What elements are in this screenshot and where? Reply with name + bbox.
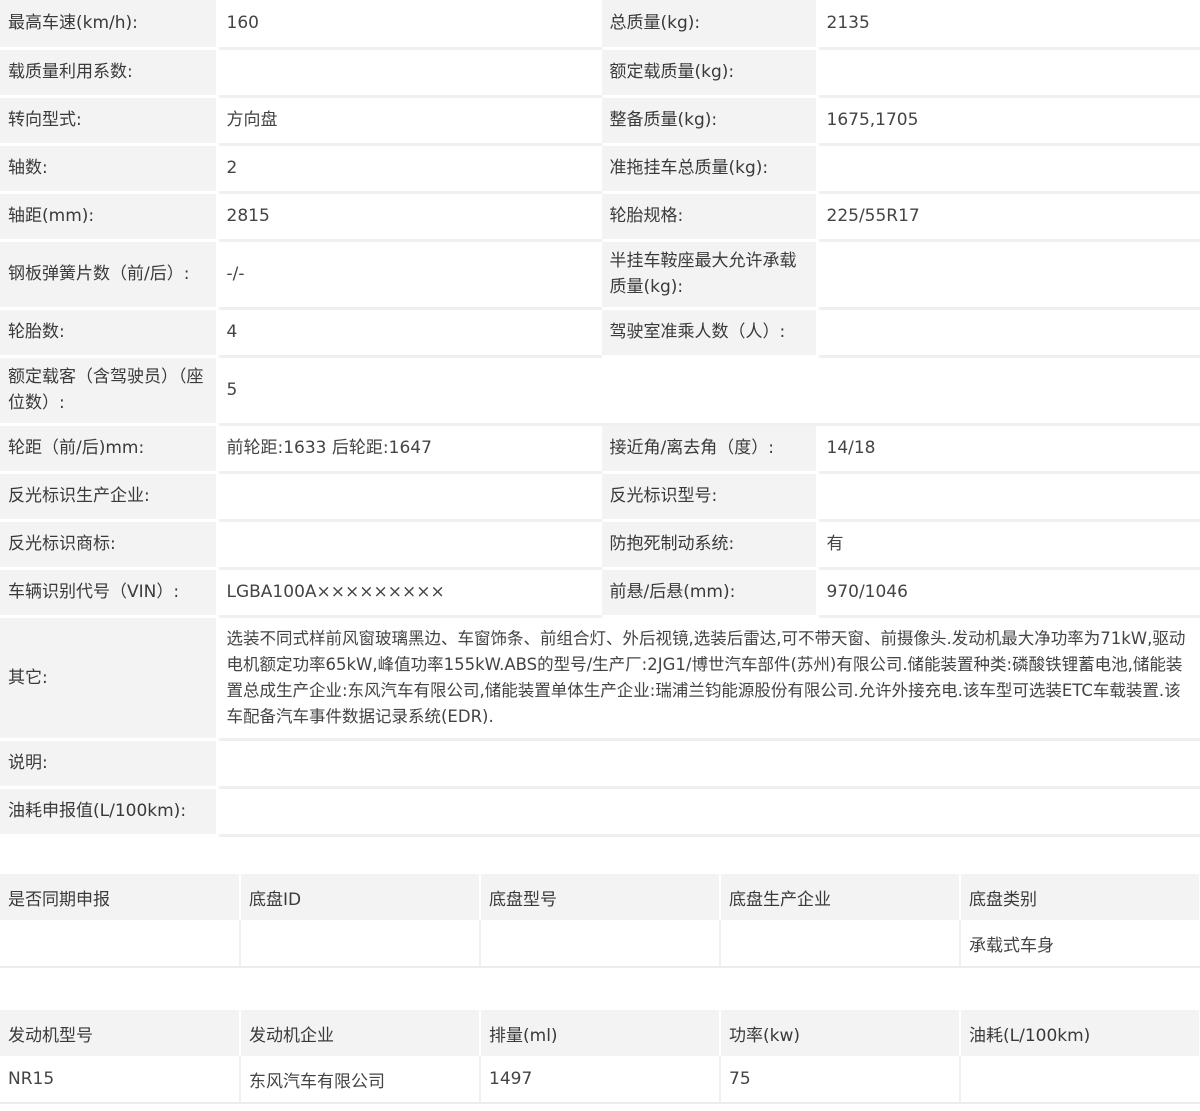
reflector-maker-label: 反光标识生产企业: [0,472,219,522]
saddle-mass-value [817,240,1200,310]
cab-seats-label: 驾驶室准乘人数（人）: [600,308,819,358]
engine-header-power: 功率(kw) [720,1010,961,1056]
engine-cell-model: NR15 [0,1056,241,1104]
note-value [217,739,1200,789]
abs-label: 防抱死制动系统: [600,520,819,570]
chassis-header-id: 底盘ID [240,874,481,920]
chassis-header-type: 底盘类别 [960,874,1200,920]
wheelbase-label: 轴距(mm): [0,192,219,242]
reflector-brand-label: 反光标识商标: [0,520,219,570]
load-util-label: 载质量利用系数: [0,48,219,98]
chassis-table: 是否同期申报 底盘ID 底盘型号 底盘生产企业 底盘类别 承载式车身 [0,874,1200,968]
trailer-mass-value [817,144,1200,194]
reflector-model-label: 反光标识型号: [600,472,819,522]
total-mass-label: 总质量(kg): [600,0,819,50]
overhang-label: 前悬/后悬(mm): [600,568,819,618]
abs-value: 有 [817,520,1200,570]
passengers-label: 额定载客（含驾驶员）（座位数）: [0,356,219,426]
total-mass-value: 2135 [817,0,1200,50]
angle-label: 接近角/离去角（度）: [600,424,819,474]
steering-value: 方向盘 [217,96,602,146]
curb-mass-label: 整备质量(kg): [600,96,819,146]
passengers-value: 5 [217,356,602,426]
chassis-cell-type: 承载式车身 [960,920,1200,968]
chassis-cell-id [240,920,481,968]
reflector-brand-value [217,520,602,570]
rated-load-value [817,48,1200,98]
axles-label: 轴数: [0,144,219,194]
spec-table: 最高车速(km/h): 160 总质量(kg): 2135 载质量利用系数: 额… [0,0,1200,837]
rated-load-label: 额定载质量(kg): [600,48,819,98]
curb-mass-value: 1675,1705 [817,96,1200,146]
wheelbase-value: 2815 [217,192,602,242]
tire-count-label: 轮胎数: [0,308,219,358]
reflector-model-value [817,472,1200,522]
cab-seats-value [817,308,1200,358]
vin-value: LGBA100A××××××××× [217,568,602,618]
chassis-cell-sync [0,920,241,968]
note-label: 说明: [0,739,219,789]
empty-cell [600,356,1200,426]
chassis-header-maker: 底盘生产企业 [720,874,961,920]
engine-cell-maker: 东风汽车有限公司 [240,1056,481,1104]
track-label: 轮距（前/后)mm: [0,424,219,474]
engine-header-fuel: 油耗(L/100km) [960,1010,1200,1056]
leaf-spring-label: 钢板弹簧片数（前/后）: [0,240,219,310]
engine-header-displacement: 排量(ml) [480,1010,721,1056]
engine-header-maker: 发动机企业 [240,1010,481,1056]
load-util-value [217,48,602,98]
engine-cell-displacement: 1497 [480,1056,721,1104]
engine-cell-power: 75 [720,1056,961,1104]
fuel-label: 油耗申报值(L/100km): [0,787,219,837]
tire-spec-label: 轮胎规格: [600,192,819,242]
tire-spec-value: 225/55R17 [817,192,1200,242]
chassis-cell-maker [720,920,961,968]
chassis-header-sync: 是否同期申报 [0,874,241,920]
steering-label: 转向型式: [0,96,219,146]
reflector-maker-value [217,472,602,522]
axles-value: 2 [217,144,602,194]
engine-cell-fuel [960,1056,1200,1104]
saddle-mass-label: 半挂车鞍座最大允许承载质量(kg): [600,240,819,310]
page: { "specs": { "max_speed_label": "最高车速(km… [0,0,1200,1111]
other-label: 其它: [0,616,219,741]
angle-value: 14/18 [817,424,1200,474]
chassis-header-model: 底盘型号 [480,874,721,920]
vin-label: 车辆识别代号（VIN）: [0,568,219,618]
fuel-value [217,787,1200,837]
tire-count-value: 4 [217,308,602,358]
max-speed-value: 160 [217,0,602,50]
chassis-cell-model [480,920,721,968]
engine-header-model: 发动机型号 [0,1010,241,1056]
leaf-spring-value: -/- [217,240,602,310]
overhang-value: 970/1046 [817,568,1200,618]
engine-table: 发动机型号 发动机企业 排量(ml) 功率(kw) 油耗(L/100km) NR… [0,1010,1200,1104]
other-value: 选装不同式样前风窗玻璃黑边、车窗饰条、前组合灯、外后视镜,选装后雷达,可不带天窗… [217,616,1200,741]
max-speed-label: 最高车速(km/h): [0,0,219,50]
trailer-mass-label: 准拖挂车总质量(kg): [600,144,819,194]
track-value: 前轮距:1633 后轮距:1647 [217,424,602,474]
